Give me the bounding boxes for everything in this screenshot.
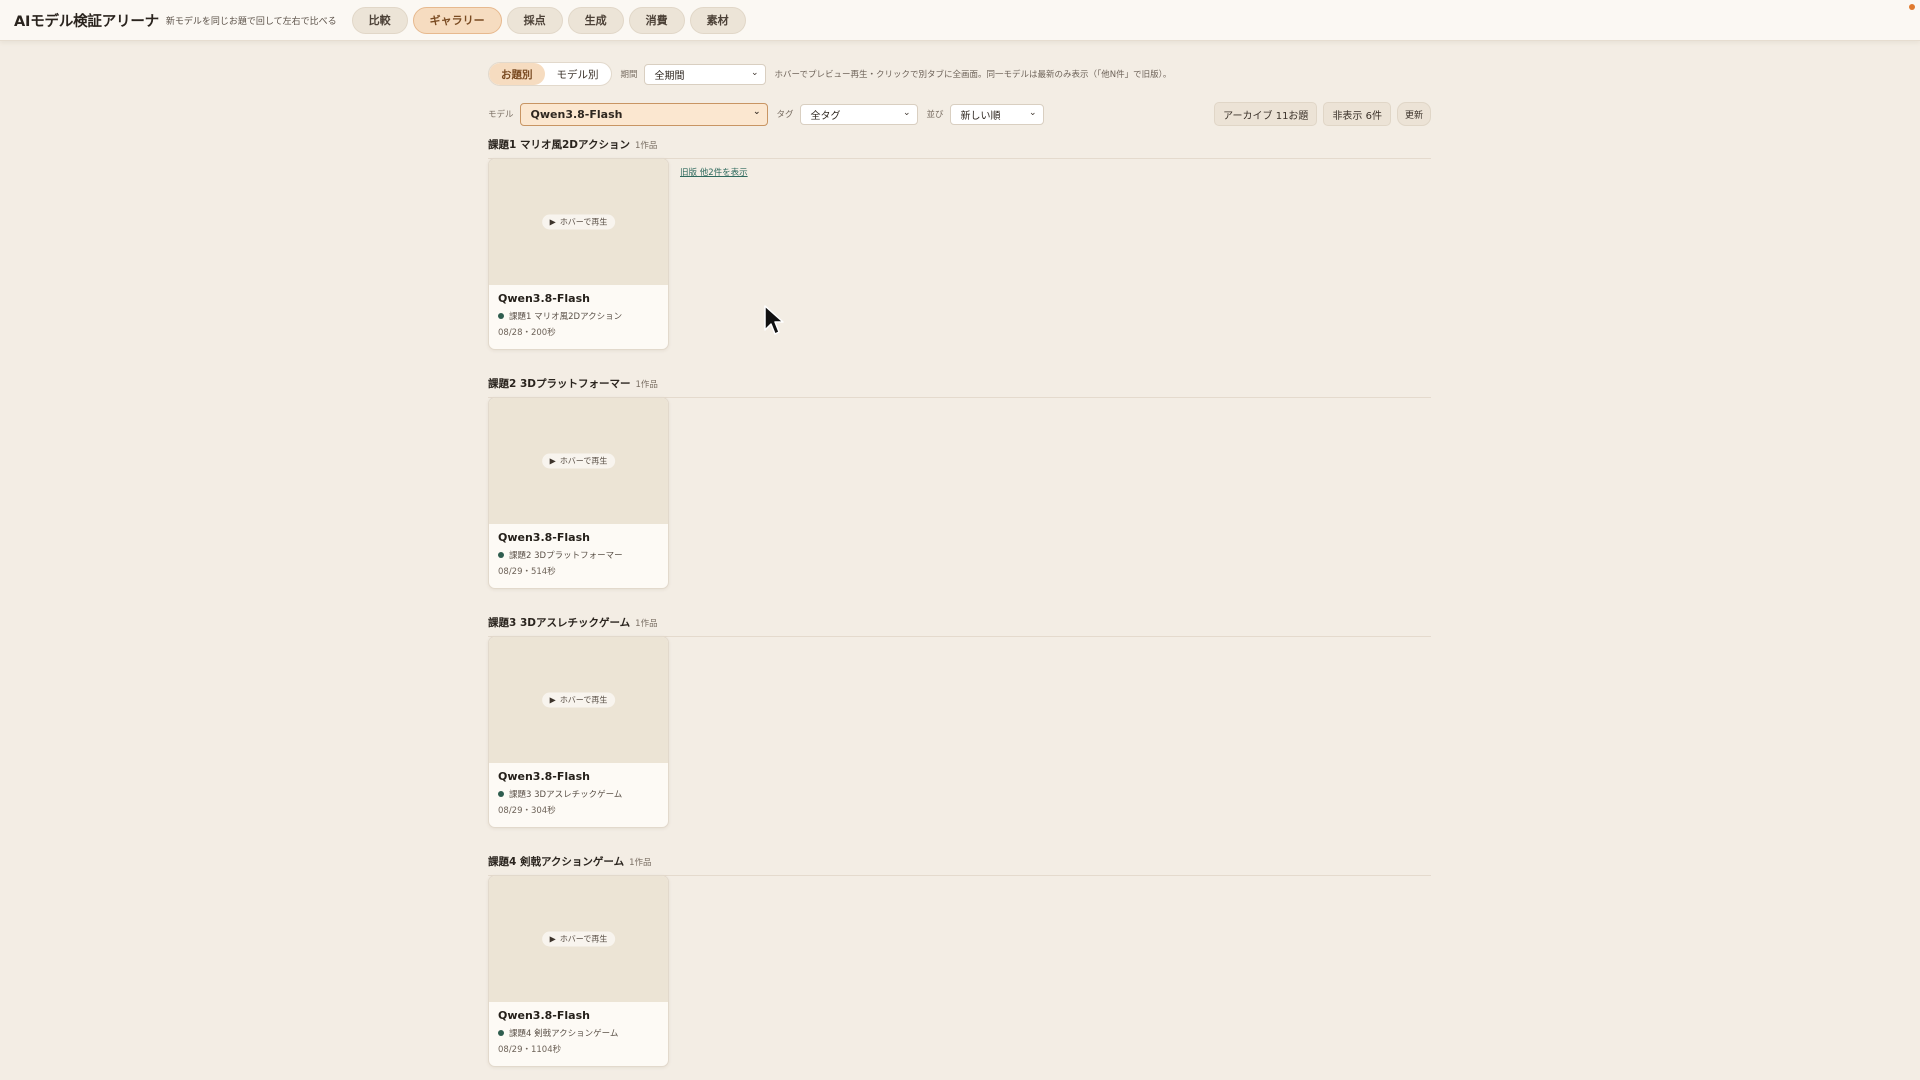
preview-thumbnail[interactable]: ▶ ホバーで再生 (489, 398, 668, 524)
section-count: 1作品 (635, 619, 658, 629)
model-select[interactable]: Qwen3.8-Flash ⌄ (519, 102, 768, 126)
task-section: 課題2 3Dプラットフォーマー 1作品 ▶ ホバーで再生 Qwen3.8-Fla… (488, 376, 1431, 589)
card-task: 課題2 3Dプラットフォーマー (498, 549, 659, 561)
task-section: 課題3 3Dアスレチックゲーム 1作品 ▶ ホバーで再生 Qwen3.8-Fla… (488, 615, 1431, 828)
card-task-label: 課題1 マリオ風2Dアクション (509, 312, 623, 322)
hover-play-chip: ▶ ホバーで再生 (541, 931, 616, 947)
sort-label: 並び (926, 110, 944, 120)
play-chip-label: ホバーで再生 (559, 456, 608, 466)
period-select[interactable]: 全期間 ⌄ (643, 63, 766, 85)
card-meta: 08/29・1104秒 (498, 1045, 562, 1055)
card-model-name: Qwen3.8-Flash (498, 531, 590, 544)
section-title: 課題3 3Dアスレチックゲーム (488, 617, 631, 629)
status-dot-icon (498, 552, 504, 558)
play-chip-label: ホバーで再生 (559, 934, 608, 944)
section-title: 課題2 3Dプラットフォーマー (488, 378, 631, 390)
card-meta: 08/29・304秒 (498, 806, 556, 816)
tag-value: 全タグ (810, 110, 841, 122)
old-versions-link[interactable]: 旧版 他2件を表示 (680, 166, 748, 178)
section-header: 課題3 3Dアスレチックゲーム 1作品 (488, 615, 1431, 637)
section-count: 1作品 (635, 380, 658, 390)
play-icon: ▶ (549, 217, 556, 227)
play-icon: ▶ (549, 934, 556, 944)
hidden-button[interactable]: 非表示 6件 (1323, 102, 1391, 126)
work-card[interactable]: ▶ ホバーで再生 Qwen3.8-Flash 課題1 マリオ風2Dアクション 0… (488, 158, 669, 350)
card-model-name: Qwen3.8-Flash (498, 1009, 590, 1022)
chevron-down-icon: ⌄ (752, 106, 761, 117)
nav-compare[interactable]: 比較 (351, 6, 408, 34)
hover-play-chip: ▶ ホバーで再生 (541, 453, 616, 469)
hover-play-chip: ▶ ホバーで再生 (541, 692, 616, 708)
section-header: 課題4 剣戟アクションゲーム 1作品 (488, 854, 1431, 876)
view-toggle: お題別 モデル別 (488, 62, 612, 86)
model-label: モデル (488, 110, 514, 120)
section-title: 課題4 剣戟アクションゲーム (488, 856, 625, 868)
archive-button[interactable]: アーカイブ 11お題 (1214, 102, 1318, 126)
app-subtitle: 新モデルを同じお題で回して左右で比べる (165, 16, 337, 27)
period-value: 全期間 (654, 70, 685, 82)
tag-select[interactable]: 全タグ ⌄ (799, 103, 918, 125)
card-meta: 08/28・200秒 (498, 328, 556, 338)
status-dot-icon (498, 313, 504, 319)
card-body: Qwen3.8-Flash 課題2 3Dプラットフォーマー 08/29・514秒 (489, 524, 668, 584)
preview-thumbnail[interactable]: ▶ ホバーで再生 (489, 876, 668, 1002)
card-body: Qwen3.8-Flash 課題1 マリオ風2Dアクション 08/28・200秒 (489, 285, 668, 345)
section-header: 課題1 マリオ風2Dアクション 1作品 (488, 137, 1431, 159)
work-card[interactable]: ▶ ホバーで再生 Qwen3.8-Flash 課題2 3Dプラットフォーマー 0… (488, 397, 669, 589)
card-body: Qwen3.8-Flash 課題4 剣戟アクションゲーム 08/29・1104秒 (489, 1002, 668, 1062)
filter-row-1: お題別 モデル別 期間 全期間 ⌄ ホバーでプレビュー再生・クリックで別タブに全… (488, 62, 1431, 86)
chevron-down-icon: ⌄ (1029, 107, 1037, 118)
work-card[interactable]: ▶ ホバーで再生 Qwen3.8-Flash 課題3 3Dアスレチックゲーム 0… (488, 636, 669, 828)
card-model-name: Qwen3.8-Flash (498, 770, 590, 783)
gallery-hint: ホバーでプレビュー再生・クリックで別タブに全画面。同一モデルは最新のみ表示（「他… (774, 70, 1172, 80)
task-section: 課題1 マリオ風2Dアクション 1作品 ▶ ホバーで再生 Qwen3.8-Fla… (488, 137, 1431, 350)
card-task-label: 課題3 3Dアスレチックゲーム (509, 790, 623, 800)
model-value: Qwen3.8-Flash (530, 107, 623, 121)
status-dot-icon (498, 1030, 504, 1036)
nav-consumption[interactable]: 消費 (628, 6, 685, 34)
section-count: 1作品 (629, 858, 652, 868)
card-task: 課題4 剣戟アクションゲーム (498, 1027, 659, 1039)
nav-assets[interactable]: 素材 (689, 6, 746, 34)
card-task: 課題1 マリオ風2Dアクション (498, 310, 659, 322)
nav-scoring[interactable]: 採点 (506, 6, 563, 34)
status-dot-icon (498, 791, 504, 797)
filter-row-2: モデル Qwen3.8-Flash ⌄ タグ 全タグ ⌄ 並び 新しい順 ⌄ ア… (488, 102, 1431, 126)
play-chip-label: ホバーで再生 (559, 695, 608, 705)
tag-label: タグ (776, 110, 794, 120)
nav-generate[interactable]: 生成 (567, 6, 624, 34)
tab-by-task[interactable]: お題別 (489, 63, 545, 85)
section-header: 課題2 3Dプラットフォーマー 1作品 (488, 376, 1431, 398)
sort-select[interactable]: 新しい順 ⌄ (949, 103, 1044, 125)
card-model-name: Qwen3.8-Flash (498, 292, 590, 305)
section-count: 1作品 (634, 141, 658, 151)
mouse-cursor-icon (764, 305, 784, 335)
card-body: Qwen3.8-Flash 課題3 3Dアスレチックゲーム 08/29・304秒 (489, 763, 668, 823)
chevron-down-icon: ⌄ (902, 107, 911, 118)
card-task-label: 課題4 剣戟アクションゲーム (509, 1029, 619, 1039)
preview-thumbnail[interactable]: ▶ ホバーで再生 (489, 637, 668, 763)
app-title: AIモデル検証アリーナ (14, 13, 159, 30)
section-title: 課題1 マリオ風2Dアクション (488, 139, 630, 151)
refresh-button[interactable]: 更新 (1396, 102, 1431, 126)
hover-play-chip: ▶ ホバーで再生 (541, 214, 616, 230)
task-section: 課題4 剣戟アクションゲーム 1作品 ▶ ホバーで再生 Qwen3.8-Flas… (488, 854, 1431, 1067)
top-bar: AIモデル検証アリーナ 新モデルを同じお題で回して左右で比べる 比較 ギャラリー… (0, 0, 1920, 41)
card-task-label: 課題2 3Dプラットフォーマー (509, 551, 623, 561)
card-task: 課題3 3Dアスレチックゲーム (498, 788, 659, 800)
chevron-down-icon: ⌄ (750, 67, 759, 78)
play-icon: ▶ (549, 695, 556, 705)
sort-value: 新しい順 (960, 110, 1001, 122)
main-nav: 比較 ギャラリー 採点 生成 消費 素材 (351, 6, 746, 34)
card-meta: 08/29・514秒 (498, 567, 556, 577)
tab-by-model[interactable]: モデル別 (545, 63, 611, 85)
preview-thumbnail[interactable]: ▶ ホバーで再生 (489, 159, 668, 285)
notification-dot (1909, 4, 1915, 10)
period-label: 期間 (620, 70, 638, 80)
work-card[interactable]: ▶ ホバーで再生 Qwen3.8-Flash 課題4 剣戟アクションゲーム 08… (488, 875, 669, 1067)
nav-gallery[interactable]: ギャラリー (412, 6, 502, 34)
play-chip-label: ホバーで再生 (559, 217, 608, 227)
play-icon: ▶ (549, 456, 556, 466)
